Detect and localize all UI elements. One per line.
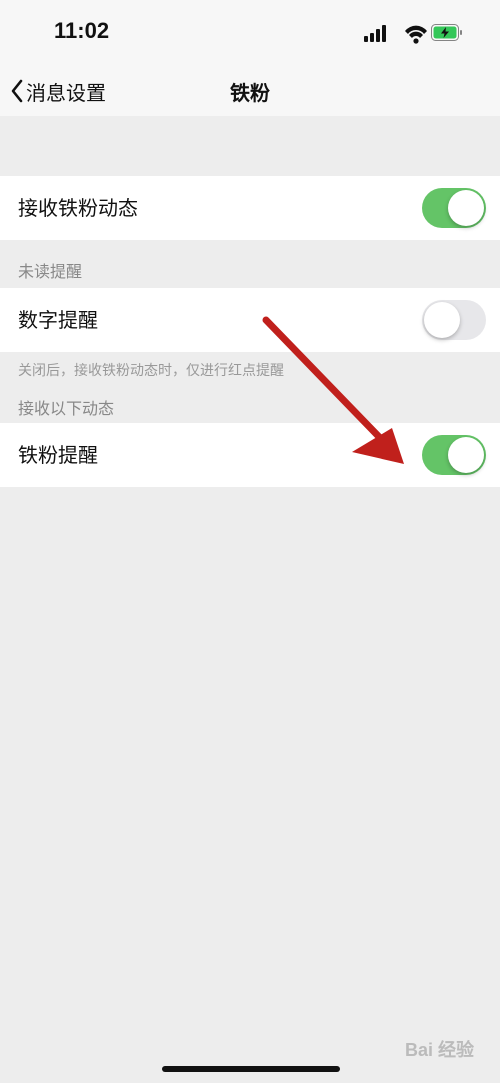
receive-fans-updates-label: 接收铁粉动态 xyxy=(18,196,138,220)
battery-charging-icon xyxy=(431,24,462,41)
toggle-knob xyxy=(448,190,484,226)
receive-fans-updates-row: 接收铁粉动态 xyxy=(0,176,500,240)
receive-fans-updates-toggle[interactable] xyxy=(422,188,486,228)
digit-reminder-toggle[interactable] xyxy=(422,300,486,340)
toggle-knob xyxy=(448,437,484,473)
digit-reminder-row: 数字提醒 xyxy=(0,288,500,352)
status-icons xyxy=(364,24,462,44)
wifi-icon xyxy=(405,25,427,44)
digit-reminder-hint: 关闭后，接收铁粉动态时，仅进行红点提醒 xyxy=(18,363,284,379)
unread-reminder-section-label: 未读提醒 xyxy=(18,262,83,281)
annotation-arrow xyxy=(262,316,404,464)
status-bar: 11:02 xyxy=(0,0,500,66)
watermark: Bai 经验 xyxy=(404,1040,474,1060)
receive-below-section-label: 接收以下动态 xyxy=(18,399,115,418)
fans-reminder-row: 铁粉提醒 xyxy=(0,423,500,487)
nav-bar: 消息设置 铁粉 xyxy=(0,66,500,116)
status-time: 11:02 xyxy=(54,18,110,43)
cellular-signal-icon xyxy=(364,25,386,42)
digit-reminder-label: 数字提醒 xyxy=(18,308,98,332)
page-title: 铁粉 xyxy=(230,81,270,105)
toggle-knob xyxy=(424,302,460,338)
fans-reminder-toggle[interactable] xyxy=(422,435,486,475)
home-indicator[interactable] xyxy=(162,1066,340,1072)
fans-reminder-label: 铁粉提醒 xyxy=(18,443,98,467)
